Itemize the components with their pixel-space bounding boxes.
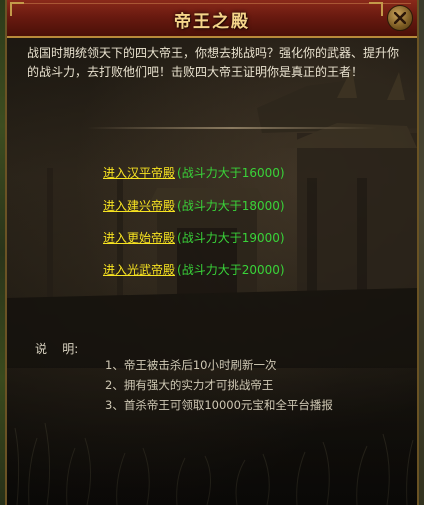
enter-hanping-hall-link[interactable]: 进入汉平帝殿 [103,166,175,180]
dialog-title: 帝王之殿 [174,12,250,32]
emperor-hall-dialog: 帝王之殿 战国时期统领天下的四大帝王，你想去挑战吗？强化你的武器、提升你的战斗力… [5,0,419,505]
entry-row-4: 进入光武帝殿 (战斗力大于20000) [103,261,285,278]
entry-requirement: (战斗力大于18000) [177,199,285,213]
enter-guangwu-hall-link[interactable]: 进入光武帝殿 [103,263,175,277]
note-item-3: 3、首杀帝王可领取10000元宝和全平台播报 [105,398,333,412]
notes-label: 说 明: [35,342,79,356]
entry-requirement: (战斗力大于20000) [177,263,285,277]
note-item-1: 1、帝王被击杀后10小时刷新一次 [105,358,277,372]
divider [87,127,377,129]
note-item-2: 2、拥有强大的实力才可挑战帝王 [105,378,274,392]
title-bar: 帝王之殿 [7,0,417,38]
close-icon [394,12,406,24]
entry-requirement: (战斗力大于19000) [177,231,285,245]
enter-jianxing-hall-link[interactable]: 进入建兴帝殿 [103,199,175,213]
enter-gengshi-hall-link[interactable]: 进入更始帝殿 [103,231,175,245]
entry-requirement: (战斗力大于16000) [177,166,285,180]
entry-row-2: 进入建兴帝殿 (战斗力大于18000) [103,197,285,214]
entry-row-1: 进入汉平帝殿 (战斗力大于16000) [103,164,285,181]
close-button[interactable] [387,5,413,31]
entry-row-3: 进入更始帝殿 (战斗力大于19000) [103,229,285,246]
intro-text: 战国时期统领天下的四大帝王，你想去挑战吗？强化你的武器、提升你的战斗力，去打败他… [27,46,400,79]
